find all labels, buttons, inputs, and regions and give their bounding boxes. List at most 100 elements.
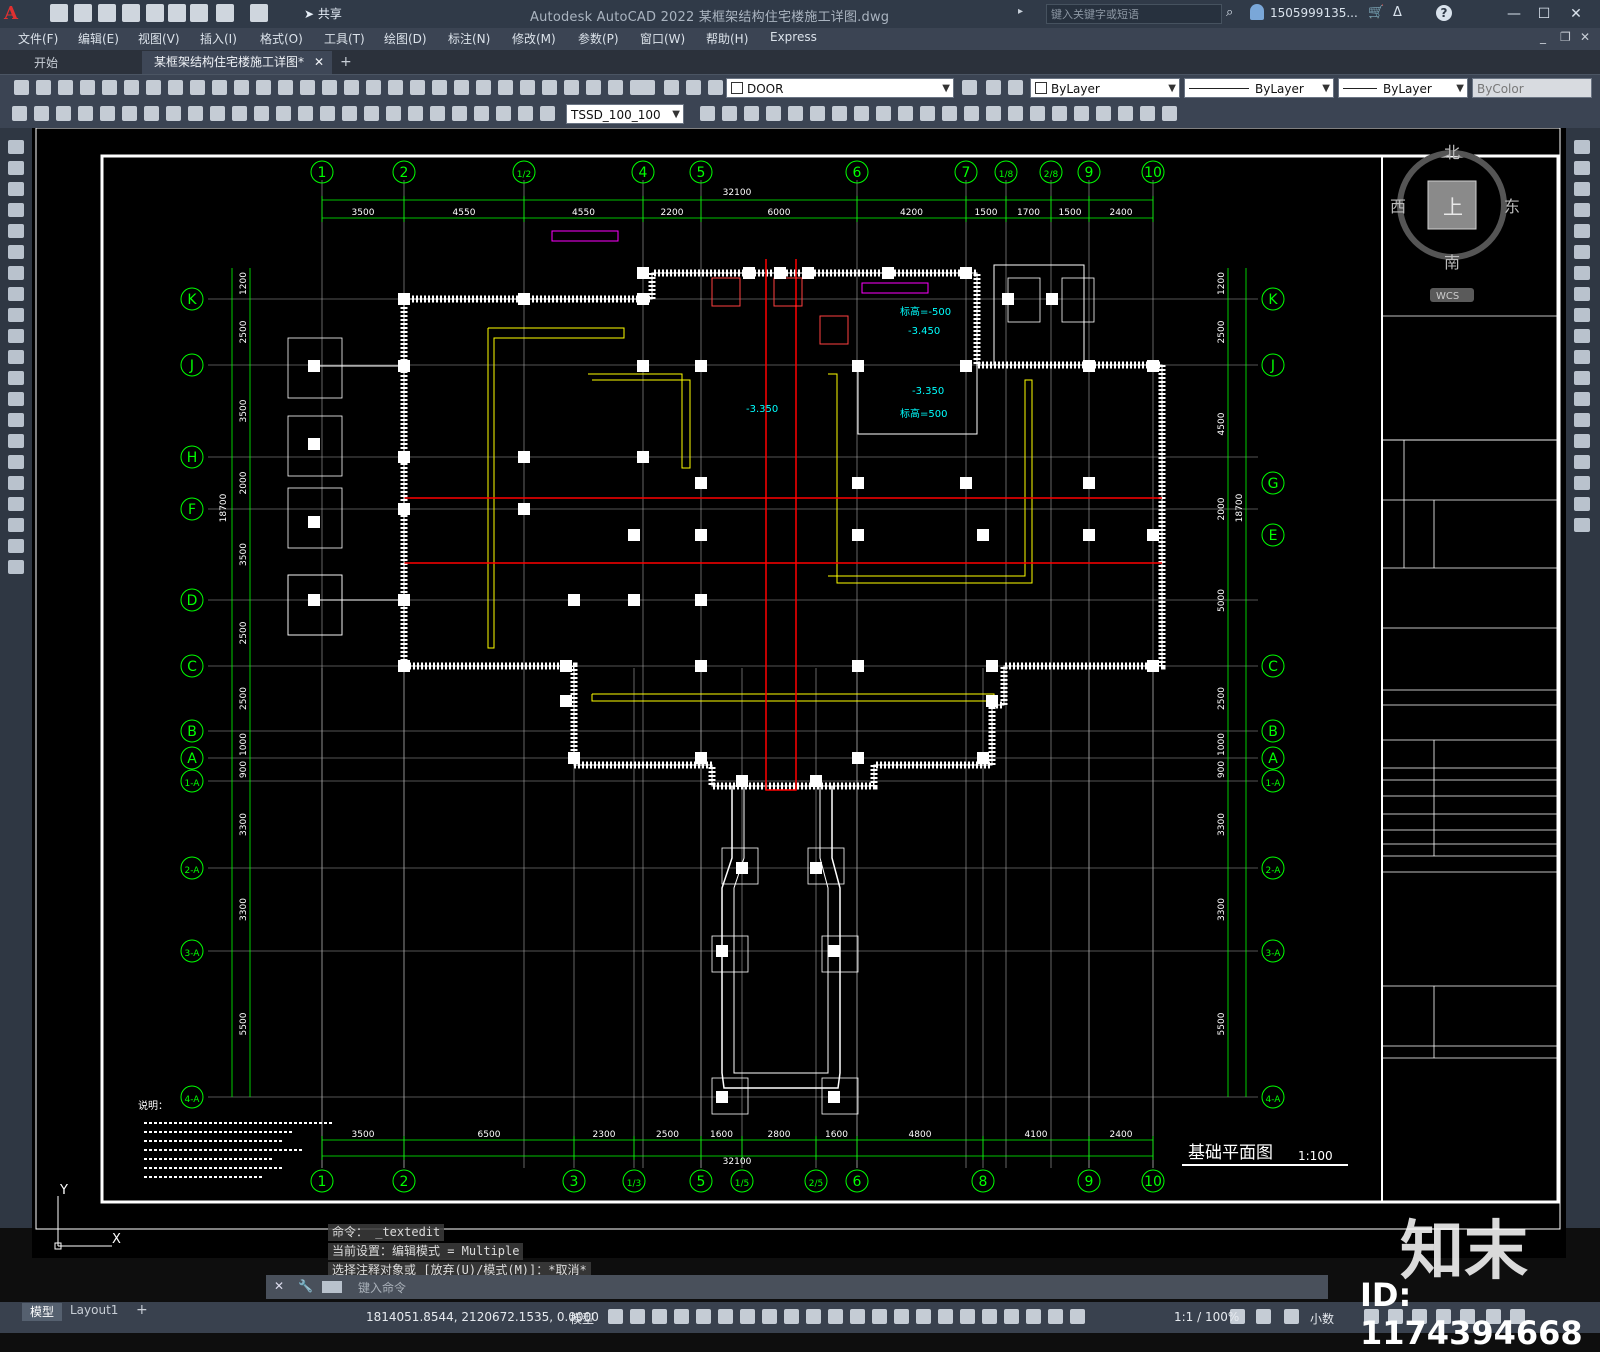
- draw-side-tool-19-icon[interactable]: [8, 518, 24, 532]
- draw-side-tool-11-icon[interactable]: [8, 350, 24, 364]
- undo-icon[interactable]: [216, 4, 234, 22]
- viewcube[interactable]: 上 北 南 东 西 WCS: [1390, 143, 1520, 302]
- add-layout-button[interactable]: +: [136, 1302, 148, 1318]
- autocad-logo-icon[interactable]: A: [4, 3, 26, 25]
- draw-tool-29-icon[interactable]: [766, 106, 781, 121]
- status-tool-5-icon[interactable]: [696, 1309, 711, 1324]
- status-tool-1-icon[interactable]: [608, 1309, 623, 1324]
- plot-icon[interactable]: [190, 4, 208, 22]
- status-tool-17-icon[interactable]: [960, 1309, 975, 1324]
- draw-side-tool-7-icon[interactable]: [8, 266, 24, 280]
- status-tool-12-icon[interactable]: [850, 1309, 865, 1324]
- status-tool-16-icon[interactable]: [938, 1309, 953, 1324]
- draw-tool-6-icon[interactable]: [122, 106, 137, 121]
- draw-tool-3-icon[interactable]: [56, 106, 71, 121]
- draw-side-tool-14-icon[interactable]: [8, 413, 24, 427]
- standard-tool-1-icon[interactable]: [14, 80, 29, 95]
- tab-model[interactable]: 模型: [22, 1303, 62, 1321]
- draw-tool-7-icon[interactable]: [144, 106, 159, 121]
- command-close-icon[interactable]: ✕: [274, 1279, 284, 1293]
- search-icon[interactable]: ⌕: [1226, 5, 1233, 20]
- draw-tool-14-icon[interactable]: [298, 106, 313, 121]
- draw-tool-47-icon[interactable]: [1162, 106, 1177, 121]
- modify-side-tool-12-icon[interactable]: [1574, 371, 1590, 385]
- minimize-icon[interactable]: —: [1504, 4, 1524, 24]
- standard-tool-36-icon[interactable]: [1008, 80, 1023, 95]
- units-dropdown[interactable]: 小数: [1310, 1310, 1334, 1327]
- standard-tool-12-icon[interactable]: [256, 80, 271, 95]
- draw-tool-40-icon[interactable]: [1008, 106, 1023, 121]
- draw-side-tool-5-icon[interactable]: [8, 224, 24, 238]
- color-dropdown[interactable]: ByLayer ▼: [1030, 78, 1180, 98]
- standard-tool-35-icon[interactable]: [986, 80, 1001, 95]
- modify-side-tool-18-icon[interactable]: [1574, 497, 1590, 511]
- help-icon[interactable]: ?: [1436, 5, 1452, 21]
- draw-tool-8-icon[interactable]: [166, 106, 181, 121]
- menu-window[interactable]: 窗口(W): [640, 30, 685, 47]
- draw-side-tool-2-icon[interactable]: [8, 161, 24, 175]
- draw-tool-33-icon[interactable]: [854, 106, 869, 121]
- draw-tool-17-icon[interactable]: [364, 106, 379, 121]
- menu-express[interactable]: Express: [770, 30, 817, 44]
- status-tool-10-icon[interactable]: [806, 1309, 821, 1324]
- draw-tool-39-icon[interactable]: [986, 106, 1001, 121]
- draw-tool-20-icon[interactable]: [430, 106, 445, 121]
- status-tool-21-icon[interactable]: [1048, 1309, 1063, 1324]
- standard-tool-31-icon[interactable]: [664, 80, 679, 95]
- draw-tool-5-icon[interactable]: [100, 106, 115, 121]
- draw-side-tool-20-icon[interactable]: [8, 539, 24, 553]
- standard-tool-8-icon[interactable]: [168, 80, 183, 95]
- text-style-dropdown[interactable]: TSSD_100_100 ▼: [566, 104, 684, 124]
- modify-side-tool-15-icon[interactable]: [1574, 434, 1590, 448]
- standard-tool-27-icon[interactable]: [586, 80, 601, 95]
- redo-icon[interactable]: [250, 4, 268, 22]
- draw-side-tool-8-icon[interactable]: [8, 287, 24, 301]
- draw-tool-41-icon[interactable]: [1030, 106, 1045, 121]
- draw-tool-11-icon[interactable]: [232, 106, 247, 121]
- standard-tool-25-icon[interactable]: [542, 80, 557, 95]
- modify-side-tool-13-icon[interactable]: [1574, 392, 1590, 406]
- draw-tool-23-icon[interactable]: [496, 106, 511, 121]
- save-web-icon[interactable]: [168, 4, 186, 22]
- linetype-dropdown[interactable]: ByLayer ▼: [1184, 78, 1334, 98]
- tab-start[interactable]: 开始: [22, 52, 140, 74]
- standard-tool-10-icon[interactable]: [212, 80, 227, 95]
- draw-tool-15-icon[interactable]: [320, 106, 335, 121]
- standard-tool-32-icon[interactable]: [686, 80, 701, 95]
- menu-tools[interactable]: 工具(T): [324, 30, 365, 47]
- status-tool-14-icon[interactable]: [894, 1309, 909, 1324]
- standard-tool-23-icon[interactable]: [498, 80, 513, 95]
- status-tool-3-icon[interactable]: [652, 1309, 667, 1324]
- draw-tool-42-icon[interactable]: [1052, 106, 1067, 121]
- command-input[interactable]: ✕ 🔧 键入命令: [266, 1275, 1328, 1299]
- draw-tool-9-icon[interactable]: [188, 106, 203, 121]
- modify-side-tool-7-icon[interactable]: [1574, 266, 1590, 280]
- open-web-icon[interactable]: [146, 4, 164, 22]
- standard-tool-20-icon[interactable]: [432, 80, 447, 95]
- menu-edit[interactable]: 编辑(E): [78, 30, 119, 47]
- draw-tool-44-icon[interactable]: [1096, 106, 1111, 121]
- new-icon[interactable]: [50, 4, 68, 22]
- annotation-scale[interactable]: 1:1 / 100%: [1174, 1310, 1239, 1324]
- draw-tool-24-icon[interactable]: [518, 106, 533, 121]
- draw-side-tool-9-icon[interactable]: [8, 308, 24, 322]
- draw-tool-21-icon[interactable]: [452, 106, 467, 121]
- draw-tool-46-icon[interactable]: [1140, 106, 1155, 121]
- draw-tool-30-icon[interactable]: [788, 106, 803, 121]
- status-tool-19-icon[interactable]: [1004, 1309, 1019, 1324]
- doc-restore-icon[interactable]: ❐: [1560, 30, 1571, 44]
- status-tool-7-icon[interactable]: [740, 1309, 755, 1324]
- drawing-canvas[interactable]: 1 2 1/2 4 5 6 7 1/8 2/8 9 10 1 2 3 1/3 5 1/5 2/5 6 8 9 10 K J H F…: [32, 128, 1566, 1258]
- standard-tool-2-icon[interactable]: [36, 80, 51, 95]
- draw-side-tool-18-icon[interactable]: [8, 497, 24, 511]
- draw-tool-2-icon[interactable]: [34, 106, 49, 121]
- menu-file[interactable]: 文件(F): [18, 30, 58, 47]
- standard-tool-19-icon[interactable]: [410, 80, 425, 95]
- draw-tool-26-icon[interactable]: [700, 106, 715, 121]
- modify-side-tool-19-icon[interactable]: [1574, 518, 1590, 532]
- modify-side-tool-16-icon[interactable]: [1574, 455, 1590, 469]
- draw-tool-10-icon[interactable]: [210, 106, 225, 121]
- standard-tool-34-icon[interactable]: [962, 80, 977, 95]
- menu-dimension[interactable]: 标注(N): [448, 30, 490, 47]
- draw-side-tool-12-icon[interactable]: [8, 371, 24, 385]
